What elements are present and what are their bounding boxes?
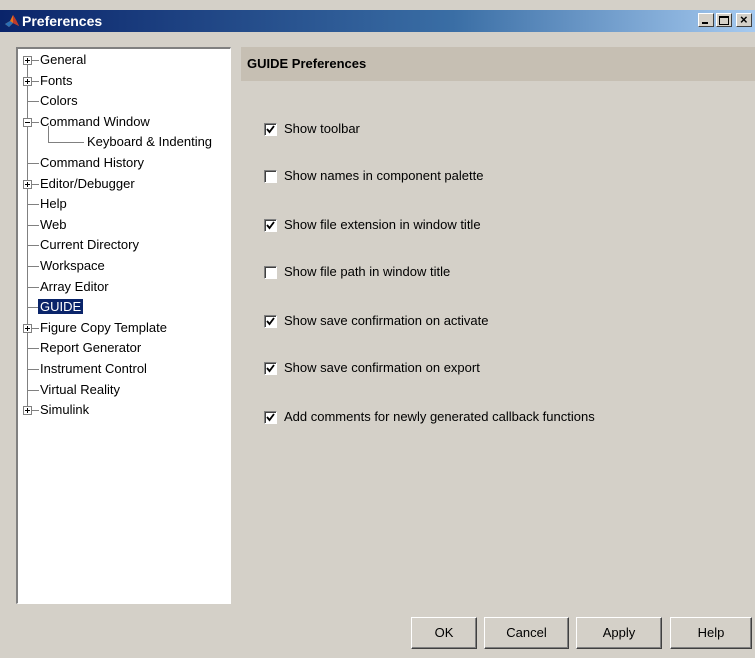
tree-item-label: Virtual Reality xyxy=(40,381,120,397)
ok-button[interactable]: OK xyxy=(411,617,477,649)
checked-checkbox[interactable] xyxy=(264,314,277,328)
option-label: Show toolbar xyxy=(284,121,360,136)
tree-item-label: Help xyxy=(40,196,67,212)
tree-item-label: Instrument Control xyxy=(40,361,147,376)
option-label: Show names in component palette xyxy=(284,168,484,183)
option-checkbox-row[interactable]: Show names in component palette xyxy=(264,166,483,186)
tree-item-label: Fonts xyxy=(40,72,73,88)
checked-checkbox[interactable] xyxy=(264,410,277,424)
tree-item[interactable]: Figure Copy Template xyxy=(38,318,169,338)
option-checkbox-row[interactable]: Show toolbar xyxy=(264,119,360,139)
option-checkbox-row[interactable]: Show save confirmation on activate xyxy=(264,311,489,331)
tree-item-label: Web xyxy=(40,216,67,232)
tree-item-label: Workspace xyxy=(40,258,105,273)
checked-checkbox[interactable] xyxy=(264,361,277,375)
tree-item-label: Editor/Debugger xyxy=(40,175,135,191)
tree-item-label: Simulink xyxy=(40,402,90,418)
tree-item-label: Command History xyxy=(40,155,145,170)
tree-item[interactable]: Instrument Control xyxy=(38,359,149,379)
tree-item[interactable]: General xyxy=(38,50,88,70)
tree-item[interactable]: Command Window xyxy=(38,112,152,132)
expand-plus-icon[interactable] xyxy=(23,406,32,416)
preferences-tree[interactable]: General Fonts Colors Command Window Keyboard… xyxy=(16,47,231,604)
tree-item[interactable]: Fonts xyxy=(38,71,75,91)
apply-button[interactable]: Apply xyxy=(576,617,662,649)
panel-title: GUIDE Preferences xyxy=(241,47,755,81)
matlab-logo-icon xyxy=(5,15,19,27)
option-checkbox-row[interactable]: Add comments for newly generated callbac… xyxy=(264,407,595,427)
maximize-button[interactable] xyxy=(716,13,732,27)
tree-item[interactable]: GUIDE xyxy=(38,297,84,317)
close-button[interactable]: × xyxy=(736,12,752,27)
tree-item[interactable]: Array Editor xyxy=(38,277,111,297)
option-checkbox-row[interactable]: Show save confirmation on export xyxy=(264,358,480,378)
tree-item-label: Current Directory xyxy=(40,237,139,253)
help-button[interactable]: Help xyxy=(670,617,752,649)
option-checkbox-row[interactable]: Show file path in window title xyxy=(264,262,450,282)
checked-checkbox[interactable] xyxy=(264,122,277,136)
tree-item-label: Keyboard & Indenting xyxy=(87,134,213,150)
tree-item[interactable]: Simulink xyxy=(38,400,91,420)
unchecked-checkbox[interactable] xyxy=(264,265,277,279)
window-title: Preferences xyxy=(22,13,103,29)
unchecked-checkbox[interactable] xyxy=(264,169,277,183)
tree-item[interactable]: Report Generator xyxy=(38,338,143,358)
tree-item[interactable]: Current Directory xyxy=(38,235,141,255)
expand-plus-icon[interactable] xyxy=(23,76,32,86)
preferences-window: Preferences × General Fonts Colors Command … xyxy=(0,0,755,658)
option-label: Show file extension in window title xyxy=(284,217,481,232)
option-label: Show save confirmation on export xyxy=(284,360,480,375)
tree-item[interactable]: Virtual Reality xyxy=(38,380,122,400)
tree-item-label: GUIDE xyxy=(38,299,84,315)
tree-item-label: General xyxy=(40,52,87,67)
tree-item-label: Colors xyxy=(40,93,78,109)
tree-trunk-line xyxy=(27,56,28,411)
tree-connector-line xyxy=(48,126,49,143)
tree-item[interactable]: Colors xyxy=(38,91,80,111)
tree-item[interactable]: Workspace xyxy=(38,256,107,276)
tree-item[interactable]: Editor/Debugger xyxy=(38,174,137,194)
tree-item[interactable]: Help xyxy=(38,194,69,214)
option-checkbox-row[interactable]: Show file extension in window title xyxy=(264,215,481,235)
title-bar[interactable]: Preferences × xyxy=(0,10,755,32)
checked-checkbox[interactable] xyxy=(264,218,277,232)
close-icon: × xyxy=(740,12,748,27)
option-label: Show save confirmation on activate xyxy=(284,313,489,328)
tree-item-label: Array Editor xyxy=(40,278,109,294)
tree-item[interactable]: Keyboard & Indenting xyxy=(85,132,214,152)
option-label: Add comments for newly generated callbac… xyxy=(284,409,595,424)
expand-plus-icon[interactable] xyxy=(23,56,32,65)
tree-item[interactable]: Web xyxy=(38,215,69,235)
expand-plus-icon[interactable] xyxy=(23,323,32,333)
tree-item-label: Command Window xyxy=(40,113,150,129)
cancel-button[interactable]: Cancel xyxy=(484,617,569,649)
tree-item-label: Report Generator xyxy=(40,340,142,356)
collapse-minus-icon[interactable] xyxy=(23,117,32,127)
tree-connector-line xyxy=(48,142,84,144)
option-label: Show file path in window title xyxy=(284,264,451,279)
tree-item[interactable]: Command History xyxy=(38,153,146,173)
tree-item-label: Figure Copy Template xyxy=(40,319,167,335)
expand-plus-icon[interactable] xyxy=(23,179,32,189)
minimize-button[interactable] xyxy=(698,13,714,27)
